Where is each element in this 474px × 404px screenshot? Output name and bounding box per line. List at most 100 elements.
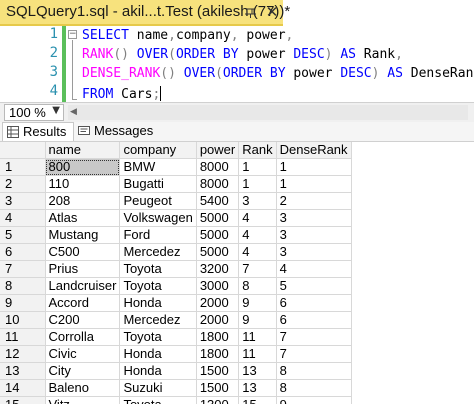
row-number[interactable]: 1 [0,158,46,176]
row-number[interactable]: 13 [0,362,46,380]
cell-rank[interactable]: 13 [238,379,277,397]
cell-company[interactable]: Honda [119,345,197,363]
cell-company[interactable]: Toyota [119,396,197,404]
row-number[interactable]: 9 [0,294,46,312]
table-row[interactable]: 12 Civic Honda 1800 11 7 [0,345,352,363]
cell-rank[interactable]: 8 [238,277,277,295]
column-header-company[interactable]: company [119,142,197,159]
cell-power[interactable]: 5000 [196,243,240,261]
cell-denserank[interactable]: 3 [276,209,352,227]
cell-name[interactable]: City [45,362,121,380]
table-row[interactable]: 11 Corrolla Toyota 1800 11 7 [0,328,352,346]
cell-denserank[interactable]: 7 [276,328,352,346]
table-row[interactable]: 6 C500 Mercedez 5000 4 3 [0,243,352,261]
cell-name[interactable]: Vitz [45,396,121,404]
cell-name[interactable]: 800 [45,158,121,176]
code-area[interactable]: SELECT name,company, power, RANK() OVER(… [68,26,474,102]
cell-name[interactable]: C200 [45,311,121,329]
cell-rank[interactable]: 4 [238,226,277,244]
cell-power[interactable]: 1300 [196,396,240,404]
table-row[interactable]: 3 208 Peugeot 5400 3 2 [0,192,352,210]
cell-denserank[interactable]: 8 [276,362,352,380]
column-header-rank[interactable]: Rank [238,142,277,159]
row-number[interactable]: 12 [0,345,46,363]
cell-denserank[interactable]: 1 [276,158,352,176]
cell-name[interactable]: 208 [45,192,121,210]
table-row[interactable]: 2 110 Bugatti 8000 1 1 [0,175,352,193]
cell-company[interactable]: Honda [119,294,197,312]
row-number[interactable]: 14 [0,379,46,397]
tab-results[interactable]: Results [2,122,74,141]
cell-company[interactable]: Volkswagen [119,209,197,227]
cell-denserank[interactable]: 7 [276,345,352,363]
close-icon[interactable]: ✕ [264,4,280,20]
cell-company[interactable]: Honda [119,362,197,380]
column-header-name[interactable]: name [45,142,121,159]
cell-power[interactable]: 8000 [196,175,240,193]
cell-denserank[interactable]: 2 [276,192,352,210]
cell-company[interactable]: Peugeot [119,192,197,210]
table-row[interactable]: 4 Atlas Volkswagen 5000 4 3 [0,209,352,227]
cell-power[interactable]: 5000 [196,226,240,244]
cell-power[interactable]: 5000 [196,209,240,227]
cell-name[interactable]: Civic [45,345,121,363]
table-row[interactable]: 15VitzToyota1300159 [0,396,352,404]
cell-denserank[interactable]: 4 [276,260,352,278]
cell-name[interactable]: Accord [45,294,121,312]
row-number[interactable]: 2 [0,175,46,193]
cell-rank[interactable]: 1 [238,158,277,176]
cell-company[interactable]: BMW [119,158,197,176]
cell-power[interactable]: 5400 [196,192,240,210]
table-row[interactable]: 10 C200 Mercedez 2000 9 6 [0,311,352,329]
column-header-power[interactable]: power [196,142,240,159]
table-row[interactable]: 8 Landcruiser Toyota 3000 8 5 [0,277,352,295]
row-number[interactable]: 15 [0,396,46,404]
row-number[interactable]: 10 [0,311,46,329]
cell-company[interactable]: Toyota [119,277,197,295]
cell-denserank[interactable]: 3 [276,226,352,244]
cell-rank[interactable]: 15 [238,396,277,404]
cell-rank[interactable]: 3 [238,192,277,210]
table-row[interactable]: 14 Baleno Suzuki 1500 13 8 [0,379,352,397]
cell-name[interactable]: Prius [45,260,121,278]
cell-rank[interactable]: 4 [238,209,277,227]
cell-rank[interactable]: 11 [238,328,277,346]
row-number[interactable]: 3 [0,192,46,210]
cell-power[interactable]: 2000 [196,294,240,312]
row-number[interactable]: 4 [0,209,46,227]
table-row[interactable]: 7 Prius Toyota 3200 7 4 [0,260,352,278]
column-header-denserank[interactable]: DenseRank [276,142,352,159]
table-row[interactable]: 13 City Honda 1500 13 8 [0,362,352,380]
cell-name[interactable]: Atlas [45,209,121,227]
cell-power[interactable]: 1500 [196,379,240,397]
cell-denserank[interactable]: 8 [276,379,352,397]
cell-power[interactable]: 8000 [196,158,240,176]
row-number-header[interactable] [0,142,46,159]
cell-rank[interactable]: 4 [238,243,277,261]
cell-rank[interactable]: 13 [238,362,277,380]
cell-power[interactable]: 2000 [196,311,240,329]
cell-rank[interactable]: 1 [238,175,277,193]
cell-name[interactable]: 110 [45,175,121,193]
cell-name[interactable]: Baleno [45,379,121,397]
row-number[interactable]: 7 [0,260,46,278]
cell-rank[interactable]: 9 [238,294,277,312]
table-row[interactable]: 9 Accord Honda 2000 9 6 [0,294,352,312]
cell-denserank[interactable]: 6 [276,311,352,329]
row-number[interactable]: 8 [0,277,46,295]
cell-power[interactable]: 1500 [196,362,240,380]
row-number[interactable]: 11 [0,328,46,346]
cell-company[interactable]: Ford [119,226,197,244]
query-tab[interactable]: SQLQuery1.sql - akil...t.Test (akilesh (… [0,0,290,26]
cell-rank[interactable]: 7 [238,260,277,278]
table-row[interactable]: 1 800 BMW 8000 1 1 [0,158,352,176]
cell-company[interactable]: Toyota [119,260,197,278]
cell-power[interactable]: 3200 [196,260,240,278]
zoom-select[interactable]: 100 % ▼ [4,104,64,121]
cell-name[interactable]: Corrolla [45,328,121,346]
cell-company[interactable]: Mercedez [119,311,197,329]
cell-name[interactable]: Landcruiser [45,277,121,295]
row-number[interactable]: 5 [0,226,46,244]
cell-company[interactable]: Mercedez [119,243,197,261]
cell-rank[interactable]: 9 [238,311,277,329]
